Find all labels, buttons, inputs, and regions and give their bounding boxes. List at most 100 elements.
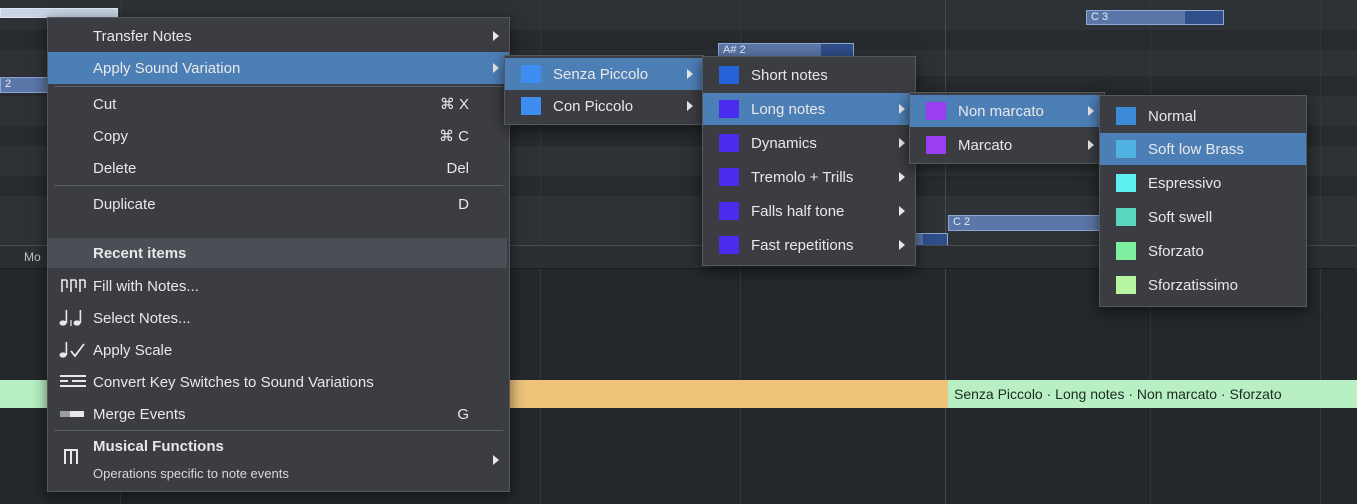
- shortcut-label: Del: [446, 159, 469, 177]
- shortcut-label: ⌘ X: [439, 96, 469, 113]
- menu-item-label: Cut: [93, 95, 117, 113]
- menu-item-tremolo-trills[interactable]: Tremolo + Trills: [703, 161, 915, 193]
- menu-item-label: Convert Key Switches to Sound Variations: [93, 373, 374, 391]
- sound-variation-bar[interactable]: [0, 380, 48, 408]
- submenu-arrow-icon: [1088, 106, 1094, 116]
- note-label: C 2: [953, 216, 971, 228]
- color-swatch-icon: [521, 65, 541, 83]
- recent-items-header: Recent items: [48, 238, 507, 268]
- menu-item-label: Senza Piccolo: [553, 65, 649, 83]
- submenu-arrow-icon: [899, 206, 905, 216]
- notes-select-icon: [59, 310, 82, 326]
- note-check-icon: [59, 342, 85, 358]
- note-velocity-fill: [821, 44, 853, 56]
- menu-separator: [54, 86, 503, 87]
- key-switch-icon: [60, 375, 86, 387]
- piano-keys-icon: [64, 449, 78, 464]
- sound-variation-bar[interactable]: [508, 380, 948, 408]
- color-swatch-icon: [719, 134, 739, 152]
- menu-item-soft-swell[interactable]: Soft swell: [1100, 201, 1306, 233]
- menu-separator: [54, 430, 503, 431]
- menu-item-non-marcato[interactable]: Non marcato: [910, 95, 1104, 127]
- menu-item-label: Fast repetitions: [751, 236, 854, 254]
- color-swatch-icon: [1116, 174, 1136, 192]
- menu-item-label: Long notes: [751, 100, 826, 118]
- note-c2[interactable]: C 2: [948, 215, 1108, 231]
- menu-item-apply-sound-variation[interactable]: Apply Sound Variation: [48, 52, 509, 84]
- menu-item-label: Normal: [1148, 107, 1197, 125]
- menu-item-label: Copy: [93, 127, 129, 145]
- notes-fill-icon: [61, 279, 86, 292]
- menu-item-label: Short notes: [751, 66, 828, 84]
- menu-item-espressivo[interactable]: Espressivo: [1100, 167, 1306, 199]
- note-label: 2: [5, 78, 12, 90]
- shortcut-label: D: [458, 195, 469, 213]
- menu-item-label: Sforzatissimo: [1148, 276, 1239, 294]
- menu-item-label: Soft low Brass: [1148, 140, 1244, 158]
- menu-item-con-piccolo[interactable]: Con Piccolo: [505, 90, 703, 122]
- submenu-arrow-icon: [899, 104, 905, 114]
- submenu-arrow-icon: [493, 31, 499, 41]
- menu-item-delete[interactable]: Delete Del: [48, 152, 509, 184]
- recent-items-title: Recent items: [93, 245, 187, 262]
- menu-item-fill-with-notes[interactable]: Fill with Notes...: [48, 270, 509, 302]
- menu-item-label: Apply Scale: [93, 341, 173, 359]
- menu-item-musical-functions[interactable]: Musical Functions Operations specific to…: [48, 432, 509, 488]
- submenu-articulations: Short notes Long notes Dynamics Tremolo …: [702, 56, 916, 266]
- note-left-2[interactable]: 2: [0, 77, 50, 93]
- shortcut-label: G: [457, 405, 469, 423]
- submenu-arrow-icon: [493, 455, 499, 465]
- menu-item-label: Sforzato: [1148, 242, 1204, 260]
- menu-item-dynamics[interactable]: Dynamics: [703, 127, 915, 159]
- menu-item-sforzatissimo[interactable]: Sforzatissimo: [1100, 269, 1306, 301]
- note-label: A# 2: [723, 44, 746, 56]
- menu-item-label: Dynamics: [751, 134, 817, 152]
- submenu-arrow-icon: [493, 63, 499, 73]
- sound-variation-label: Senza Piccolo · Long notes · Non marcato…: [954, 386, 1282, 402]
- color-swatch-icon: [719, 100, 739, 118]
- menu-item-label: Espressivo: [1148, 174, 1222, 192]
- menu-item-label: Musical Functions: [93, 438, 224, 455]
- color-swatch-icon: [719, 236, 739, 254]
- menu-item-duplicate[interactable]: Duplicate D: [48, 188, 509, 220]
- note-c3[interactable]: C 3: [1086, 10, 1224, 25]
- menu-item-description: Operations specific to note events: [93, 466, 289, 481]
- menu-item-label: Merge Events: [93, 405, 186, 423]
- menu-item-copy[interactable]: Copy ⌘ C: [48, 120, 509, 152]
- color-swatch-icon: [1116, 107, 1136, 125]
- menu-item-label: Marcato: [958, 136, 1013, 154]
- menu-item-fast-repetitions[interactable]: Fast repetitions: [703, 229, 915, 261]
- menu-item-label: Con Piccolo: [553, 97, 634, 115]
- menu-item-label: Delete: [93, 159, 137, 177]
- menu-item-select-notes[interactable]: Select Notes...: [48, 302, 509, 334]
- menu-item-convert-key-switches[interactable]: Convert Key Switches to Sound Variations: [48, 366, 509, 398]
- menu-item-label: Non marcato: [958, 102, 1044, 120]
- color-swatch-icon: [521, 97, 541, 115]
- menu-item-short-notes[interactable]: Short notes: [703, 59, 915, 91]
- note-a-sharp-2[interactable]: A# 2: [718, 43, 854, 57]
- menu-item-transfer-notes[interactable]: Transfer Notes: [48, 20, 509, 52]
- menu-item-merge-events[interactable]: Merge Events G: [48, 398, 509, 430]
- submenu-arrow-icon: [899, 240, 905, 250]
- note-velocity-fill: [1185, 11, 1223, 24]
- color-swatch-icon: [719, 168, 739, 186]
- menu-item-apply-scale[interactable]: Apply Scale: [48, 334, 509, 366]
- menu-item-soft-low-brass[interactable]: Soft low Brass: [1100, 133, 1306, 165]
- menu-item-label: Apply Sound Variation: [93, 59, 241, 77]
- menu-item-label: Falls half tone: [751, 202, 845, 220]
- menu-item-senza-piccolo[interactable]: Senza Piccolo: [505, 58, 703, 90]
- menu-item-label: Select Notes...: [93, 309, 191, 327]
- menu-item-cut[interactable]: Cut ⌘ X: [48, 88, 509, 120]
- submenu-marcato: Non marcato Marcato: [909, 92, 1105, 164]
- color-swatch-icon: [926, 102, 946, 120]
- menu-item-sforzato[interactable]: Sforzato: [1100, 235, 1306, 267]
- menu-item-marcato[interactable]: Marcato: [910, 129, 1104, 161]
- menu-item-long-notes[interactable]: Long notes: [703, 93, 915, 125]
- submenu-arrow-icon: [899, 138, 905, 148]
- menu-item-falls-half-tone[interactable]: Falls half tone: [703, 195, 915, 227]
- context-menu: Transfer Notes Apply Sound Variation Cut…: [47, 17, 510, 492]
- submenu-arrow-icon: [687, 69, 693, 79]
- menu-item-normal[interactable]: Normal: [1100, 100, 1306, 132]
- submenu-arrow-icon: [899, 172, 905, 182]
- menu-item-label: Tremolo + Trills: [751, 168, 854, 186]
